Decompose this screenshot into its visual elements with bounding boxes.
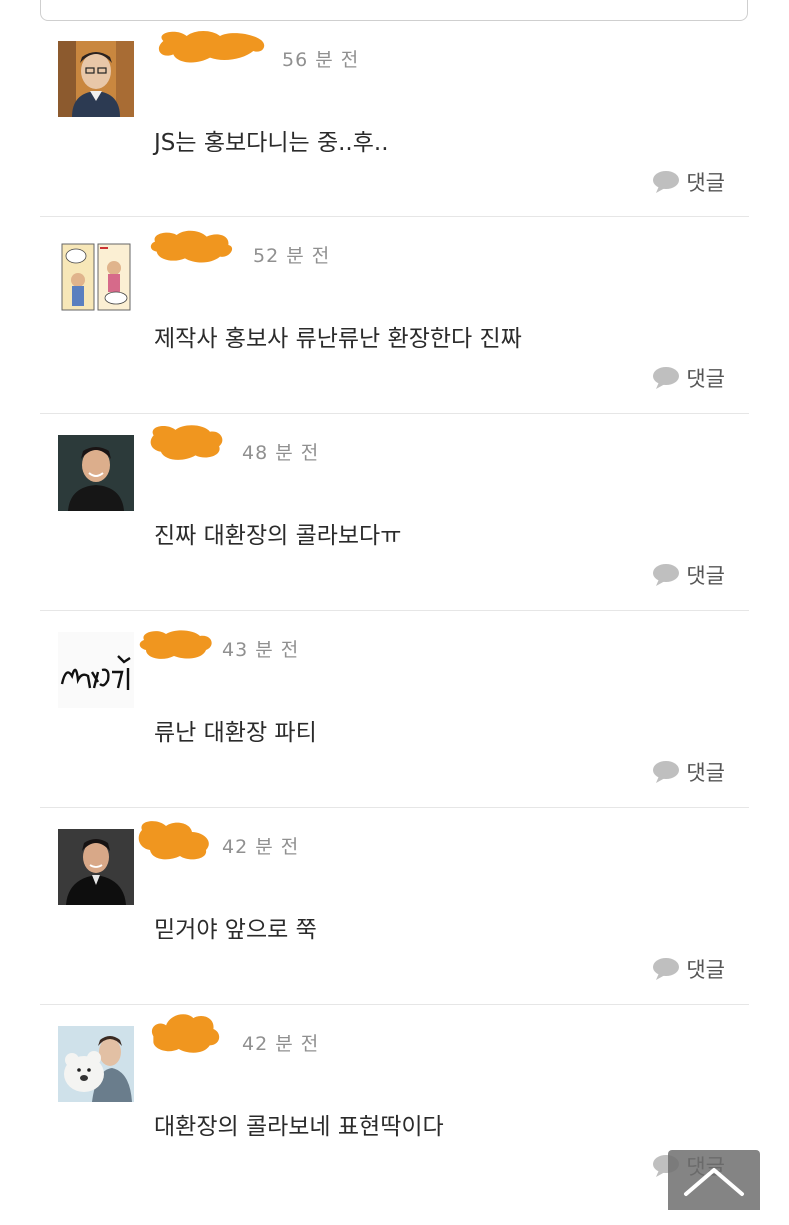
comment-timestamp: 48 분 전 <box>242 442 320 464</box>
speech-bubble-icon <box>653 367 680 389</box>
avatar[interactable] <box>58 41 134 117</box>
scroll-to-top-button[interactable] <box>668 1150 760 1210</box>
redacted-username <box>151 1014 220 1053</box>
avatar[interactable] <box>58 238 134 314</box>
comment-text: 류난 대환장 파티 <box>154 720 317 746</box>
speech-bubble-icon <box>653 958 680 980</box>
avatar[interactable] <box>58 435 134 511</box>
avatar[interactable] <box>58 829 134 905</box>
comment-timestamp: 56 분 전 <box>282 49 360 71</box>
avatar-image <box>58 435 134 511</box>
avatar[interactable] <box>58 1026 134 1102</box>
reply-label: 댓글 <box>686 367 725 391</box>
reply-button[interactable]: 댓글 <box>652 363 725 393</box>
reply-button[interactable]: 댓글 <box>652 560 725 590</box>
comment-text: 믿거야 앞으로 쭉 <box>154 917 317 943</box>
speech-bubble-icon <box>653 761 680 783</box>
avatar-image <box>58 1026 134 1102</box>
redacted-username <box>138 821 209 860</box>
avatar[interactable] <box>58 632 134 708</box>
reply-label: 댓글 <box>686 171 725 195</box>
previous-item-box <box>40 0 748 21</box>
comment-item: 48 분 전 진짜 대환장의 콜라보다ㅠ 댓글 <box>40 414 749 611</box>
speech-bubble-icon <box>653 564 680 586</box>
comment-text: 진짜 대환장의 콜라보다ㅠ <box>154 523 402 549</box>
comment-timestamp: 43 분 전 <box>222 639 300 661</box>
comment-item: 56 분 전 JS는 홍보다니는 중..후.. 댓글 <box>40 20 749 217</box>
redacted-username <box>158 31 265 63</box>
avatar-image <box>58 238 134 314</box>
redacted-username <box>139 630 212 659</box>
comment-item: 42 분 전 믿거야 앞으로 쭉 댓글 <box>40 808 749 1005</box>
reply-button[interactable]: 댓글 <box>652 757 725 787</box>
comment-text: 대환장의 콜라보네 표현딱이다 <box>154 1114 444 1140</box>
comment-item: 43 분 전 류난 대환장 파티 댓글 <box>40 611 749 808</box>
reply-button[interactable]: 댓글 <box>652 167 725 197</box>
chevron-up-icon <box>684 1168 744 1196</box>
avatar-image <box>58 41 134 117</box>
comment-text: JS는 홍보다니는 중..후.. <box>154 130 389 156</box>
comment-text: 제작사 홍보사 류난류난 환장한다 진짜 <box>154 326 522 352</box>
redacted-username <box>150 425 223 460</box>
comment-timestamp: 52 분 전 <box>253 245 331 267</box>
avatar-image <box>58 632 134 708</box>
avatar-image <box>58 829 134 905</box>
reply-label: 댓글 <box>686 958 725 982</box>
speech-bubble-icon <box>653 171 680 193</box>
reply-label: 댓글 <box>686 564 725 588</box>
reply-label: 댓글 <box>686 761 725 785</box>
comment-item: 42 분 전 대환장의 콜라보네 표현딱이다 댓글 <box>40 1005 749 1225</box>
comment-timestamp: 42 분 전 <box>242 1033 320 1055</box>
comment-list: 56 분 전 JS는 홍보다니는 중..후.. 댓글 52 분 전 제작사 홍보… <box>40 20 749 1225</box>
comment-item: 52 분 전 제작사 홍보사 류난류난 환장한다 진짜 댓글 <box>40 217 749 414</box>
reply-button[interactable]: 댓글 <box>652 954 725 984</box>
comment-timestamp: 42 분 전 <box>222 836 300 858</box>
